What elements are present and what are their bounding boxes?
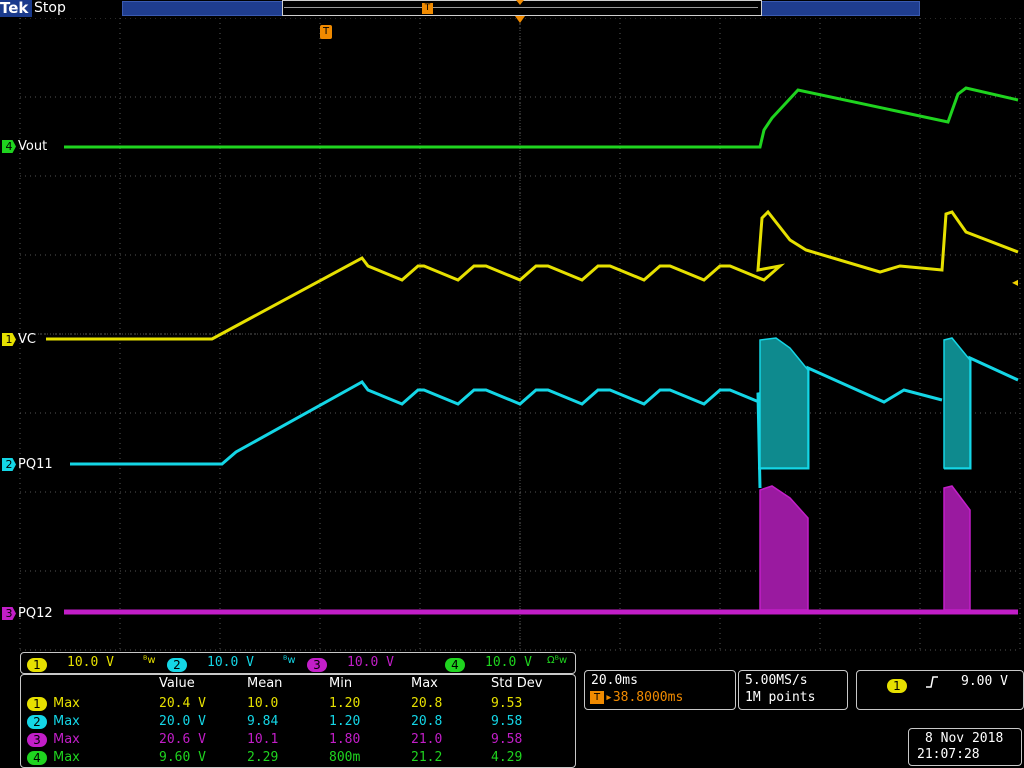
date: 8 Nov 2018 [925, 731, 1004, 746]
channel-3-marker: 3 [2, 607, 16, 620]
measurement-min: 800m [329, 750, 361, 765]
channel-3-label[interactable]: 3 PQ12 [2, 607, 53, 621]
measurement-channel-badge: 3 [27, 733, 47, 747]
pq12-switching-burst-2 [943, 485, 971, 611]
channel-scale-bar: 1 10.0 V ᴮw 2 10.0 V ᴮw 3 10.0 V 4 10.0 … [20, 652, 576, 674]
ch3-badge: 3 [307, 658, 327, 672]
measurement-type: Max [53, 696, 80, 711]
measurement-type: Max [53, 732, 80, 747]
channel-4-marker: 4 [2, 140, 16, 153]
ch1-bandwidth-icon: ᴮw [143, 655, 156, 666]
measurement-max: 20.8 [411, 696, 443, 711]
measurement-mean: 10.1 [247, 732, 279, 747]
pq11-switching-burst-2 [943, 337, 971, 469]
expansion-point-icon [515, 16, 525, 23]
header-std-dev: Std Dev [491, 676, 543, 691]
measurement-row[interactable]: 4 Max 9.60 V 2.29 800m 21.2 4.29 [21, 749, 575, 767]
time: 21:07:28 [917, 747, 980, 762]
ch3-scale-value: 10.0 V [347, 655, 394, 670]
pq12-switching-burst-1 [759, 485, 809, 611]
run-status: Stop [34, 0, 66, 16]
measurement-value: 20.0 V [159, 714, 206, 729]
measurement-mean: 2.29 [247, 750, 279, 765]
header-mean: Mean [247, 676, 283, 691]
channel-2-name: PQ11 [18, 457, 53, 472]
measurement-type: Max [53, 714, 80, 729]
channel-3-name: PQ12 [18, 606, 53, 621]
traces [46, 86, 1019, 615]
trigger-position-marker[interactable]: T [320, 25, 332, 39]
measurement-type: Max [53, 750, 80, 765]
record-length: 1M points [745, 690, 816, 705]
measurement-min: 1.20 [329, 696, 361, 711]
measurement-mean: 9.84 [247, 714, 279, 729]
measurement-mean: 10.0 [247, 696, 279, 711]
trigger-source-badge: 1 [887, 679, 907, 693]
sample-rate: 5.00MS/s [745, 673, 808, 688]
brand-text: Tek [0, 0, 29, 17]
measurements-panel[interactable]: Value Mean Min Max Std Dev 1 Max 20.4 V 10.… [20, 674, 576, 768]
header-value: Value [159, 676, 195, 691]
ch4-scale[interactable]: 4 [445, 656, 465, 676]
measurement-min: 1.80 [329, 732, 361, 747]
ch2-scale-value: 10.0 V [207, 655, 254, 670]
ch2-bandwidth-icon: ᴮw [283, 655, 296, 666]
measurement-std-dev: 4.29 [491, 750, 523, 765]
datetime-panel: 8 Nov 2018 21:07:28 [908, 728, 1022, 766]
ch4-bandwidth-icon: Ωᴮw [547, 655, 568, 666]
pq11-switching-burst-1 [759, 337, 809, 469]
trigger-panel[interactable]: 1 9.00 V [856, 670, 1024, 710]
channel-4-label[interactable]: 4 Vout [2, 140, 47, 154]
graticule [19, 18, 1021, 651]
measurement-std-dev: 9.58 [491, 714, 523, 729]
waveform-display[interactable] [0, 18, 1024, 652]
acquisition-panel[interactable]: 5.00MS/s 1M points [738, 670, 848, 710]
measurement-channel-badge: 1 [27, 697, 47, 711]
channel-1-name: VC [18, 332, 36, 347]
measurement-max: 20.8 [411, 714, 443, 729]
channel-1-label[interactable]: 1 VC [2, 333, 36, 347]
measurement-value: 9.60 V [159, 750, 206, 765]
vc-trace [46, 209, 1019, 341]
header-min: Min [329, 676, 353, 691]
record-view-line [284, 7, 758, 8]
rising-edge-icon [926, 676, 938, 688]
channel-2-marker: 2 [2, 458, 16, 471]
pq11-trace [70, 355, 1019, 489]
measurement-value: 20.4 V [159, 696, 206, 711]
trigger-level: 9.00 V [961, 674, 1008, 689]
ch4-badge: 4 [445, 658, 465, 672]
measurement-std-dev: 9.53 [491, 696, 523, 711]
channel-1-marker: 1 [2, 333, 16, 346]
measurement-row[interactable]: 1 Max 20.4 V 10.0 1.20 20.8 9.53 [21, 695, 575, 713]
measurement-min: 1.20 [329, 714, 361, 729]
measurement-channel-badge: 4 [27, 751, 47, 765]
time-per-division: 20.0ms [591, 673, 638, 688]
ch1-scale-value: 10.0 V [67, 655, 114, 670]
ch2-badge: 2 [167, 658, 187, 672]
channel-4-name: Vout [18, 139, 48, 154]
ch4-scale-value: 10.0 V [485, 655, 532, 670]
trigger-level-arrow-icon[interactable]: ◂ [1012, 276, 1018, 288]
record-trigger-marker: T [422, 3, 433, 14]
ch2-scale[interactable]: 2 [167, 656, 187, 676]
trigger-position-icon: T [590, 691, 604, 704]
brand-logo: Tek [0, 0, 33, 17]
record-expansion-icon [516, 0, 524, 5]
ch3-scale[interactable]: 3 [307, 656, 327, 676]
measurement-row[interactable]: 2 Max 20.0 V 9.84 1.20 20.8 9.58 [21, 713, 575, 731]
ch1-badge: 1 [27, 658, 47, 672]
measurement-value: 20.6 V [159, 732, 206, 747]
measurement-std-dev: 9.58 [491, 732, 523, 747]
horizontal-position: ▸38.8000ms [605, 690, 684, 705]
channel-2-label[interactable]: 2 PQ11 [2, 458, 53, 472]
measurement-channel-badge: 2 [27, 715, 47, 729]
timebase-panel[interactable]: 20.0ms T ▸38.8000ms [584, 670, 736, 710]
measurement-row[interactable]: 3 Max 20.6 V 10.1 1.80 21.0 9.58 [21, 731, 575, 749]
header-max: Max [411, 676, 438, 691]
ch1-scale[interactable]: 1 [27, 656, 47, 676]
measurement-max: 21.0 [411, 732, 443, 747]
measurement-max: 21.2 [411, 750, 443, 765]
